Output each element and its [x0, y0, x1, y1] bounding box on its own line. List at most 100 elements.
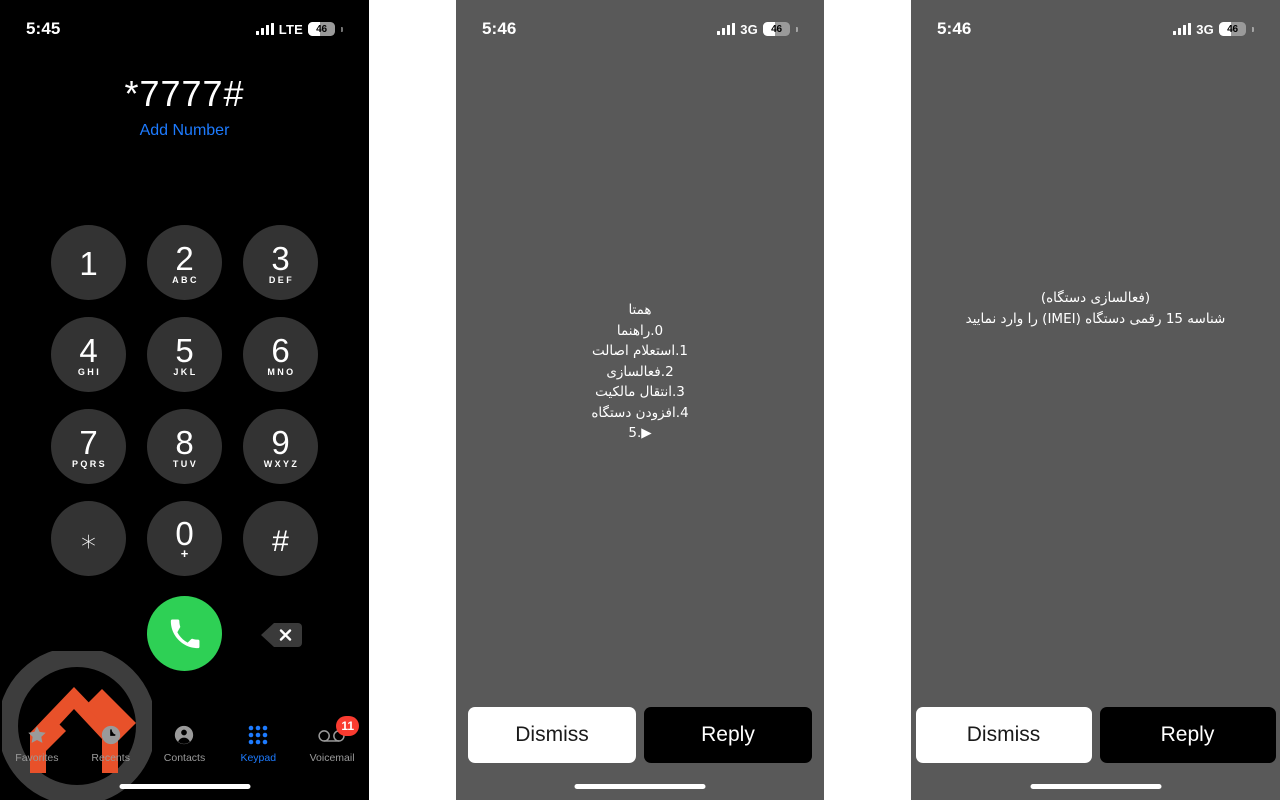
keypad-cell: 4 GHI — [41, 308, 137, 400]
key-letters: MNO — [267, 366, 296, 377]
ussd-message-line: شناسه 15 رقمی دستگاه (IMEI) را وارد نمای… — [965, 310, 1226, 327]
key-9[interactable]: 9 WXYZ — [243, 408, 318, 484]
key-digit: 0 — [175, 514, 194, 552]
ussd-message-line: 0.راهنما — [616, 322, 664, 339]
status-bar: 5:46 3G 46 — [911, 0, 1280, 46]
keypad-cell: 6 MNO — [233, 308, 329, 400]
phone-icon — [168, 617, 202, 651]
tab-recents[interactable]: Recents — [74, 722, 148, 764]
status-bar: 5:45 LTE 46 — [0, 0, 369, 46]
voicemail-badge: 11 — [336, 716, 360, 736]
key-letters: ABC — [172, 274, 199, 285]
dial-display: *7777# Add Number — [0, 72, 369, 141]
battery-percent-label: 46 — [771, 23, 782, 35]
home-indicator[interactable] — [119, 784, 250, 789]
ussd-dialog-actions: Dismiss Reply — [911, 707, 1280, 763]
status-indicators: 3G 46 — [717, 22, 798, 37]
signal-bars-icon — [1173, 23, 1192, 35]
screenshot-stage: 5:45 LTE 46 *7777# Add Number 1 2 ABC 3 … — [0, 0, 1280, 800]
dismiss-button[interactable]: Dismiss — [468, 707, 636, 763]
signal-bars-icon — [255, 23, 274, 35]
status-time: 5:45 — [26, 19, 61, 38]
key-6[interactable]: 6 MNO — [243, 316, 318, 392]
star-icon — [26, 722, 48, 748]
keypad-cell: 8 TUV — [137, 400, 233, 492]
key-digit: # — [272, 525, 289, 558]
key-digit: 6 — [271, 331, 290, 369]
status-time: 5:46 — [482, 19, 517, 38]
key-digit: ∗ — [79, 525, 98, 558]
status-indicators: 3G 46 — [1173, 22, 1254, 37]
tab-voicemail[interactable]: 11 Voicemail — [295, 716, 369, 764]
key-digit: 7 — [79, 423, 98, 461]
tab-favorites[interactable]: Favorites — [0, 722, 74, 764]
phone-screen-dialer: 5:45 LTE 46 *7777# Add Number 1 2 ABC 3 … — [0, 0, 369, 800]
tab-label: Voicemail — [309, 752, 355, 764]
key-digit: 9 — [271, 423, 290, 461]
dial-keypad: 1 2 ABC 3 DEF 4 GHI 5 JKL 6 MNO 7 PQRS 8… — [0, 216, 369, 584]
key-digit: 1 — [79, 244, 98, 282]
dismiss-button[interactable]: Dismiss — [915, 707, 1092, 763]
call-controls-row — [0, 596, 369, 672]
ussd-message-line: 1.استعلام اصالت — [592, 343, 688, 359]
backspace-icon — [259, 621, 302, 649]
key-hash[interactable]: # — [243, 500, 318, 576]
key-4[interactable]: 4 GHI — [51, 316, 126, 392]
key-digit: 3 — [271, 239, 290, 277]
tab-bar: Favorites Recents Contacts Keypad 11 Voi… — [0, 716, 369, 772]
key-digit: 2 — [175, 239, 194, 277]
battery-percent-label: 46 — [1227, 23, 1238, 35]
home-indicator[interactable] — [1030, 784, 1161, 789]
ussd-message: همتا 0.راهنما 1.استعلام اصالت 2.فعالسازی… — [456, 300, 824, 444]
key-5[interactable]: 5 JKL — [147, 316, 222, 392]
person-icon — [173, 722, 195, 748]
keypad-cell: 9 WXYZ — [233, 400, 329, 492]
reply-button[interactable]: Reply — [1099, 707, 1276, 763]
battery-cap-icon — [341, 26, 343, 32]
home-indicator[interactable] — [574, 784, 706, 789]
ussd-message-line: 3.انتقال مالکیت — [595, 384, 685, 400]
backspace-button[interactable] — [259, 621, 302, 649]
key-0[interactable]: 0 + — [147, 500, 222, 576]
key-letters: GHI — [77, 366, 102, 377]
ussd-message: (فعالسازی دستگاه) شناسه 15 رقمی دستگاه (… — [911, 288, 1280, 329]
keypad-cell: # — [233, 492, 329, 584]
network-type-label: 3G — [1196, 21, 1214, 37]
status-bar: 5:46 3G 46 — [456, 0, 824, 46]
call-button[interactable] — [147, 596, 222, 671]
keypad-cell: 7 PQRS — [41, 400, 137, 492]
key-1[interactable]: 1 — [51, 224, 126, 300]
key-asterisk[interactable]: ∗ — [51, 500, 126, 576]
key-8[interactable]: 8 TUV — [147, 408, 222, 484]
network-type-label: LTE — [278, 21, 303, 37]
keypad-icon — [247, 722, 269, 748]
dialed-number[interactable]: *7777# — [0, 72, 369, 116]
key-letters: DEF — [268, 274, 295, 285]
key-letters: TUV — [172, 458, 199, 469]
key-letters: + — [180, 545, 189, 561]
tab-contacts[interactable]: Contacts — [148, 722, 222, 764]
status-time: 5:46 — [937, 19, 972, 38]
key-digit: 8 — [175, 423, 194, 461]
key-letters: JKL — [173, 366, 198, 377]
key-2[interactable]: 2 ABC — [147, 224, 222, 300]
ussd-message-line: 2.فعالسازی — [606, 363, 674, 380]
key-3[interactable]: 3 DEF — [243, 224, 318, 300]
tab-keypad[interactable]: Keypad — [221, 722, 295, 764]
status-indicators: LTE 46 — [255, 21, 343, 37]
battery-cap-icon — [796, 26, 798, 32]
ussd-message-line: (فعالسازی دستگاه) — [1040, 290, 1151, 306]
keypad-cell: 2 ABC — [137, 216, 233, 308]
ussd-dialog-actions: Dismiss Reply — [456, 707, 824, 763]
add-number-link[interactable]: Add Number — [0, 121, 369, 141]
key-7[interactable]: 7 PQRS — [51, 408, 126, 484]
battery-cap-icon — [1252, 26, 1254, 32]
key-letters: PQRS — [71, 458, 108, 469]
reply-button[interactable]: Reply — [644, 707, 812, 763]
ussd-message-line: 5.▶ — [628, 425, 652, 441]
key-letters: WXYZ — [263, 458, 300, 469]
battery-icon: 46 — [308, 22, 335, 36]
tab-label: Recents — [91, 752, 130, 764]
tab-label: Favorites — [15, 752, 59, 764]
voicemail-icon: 11 — [318, 716, 360, 748]
